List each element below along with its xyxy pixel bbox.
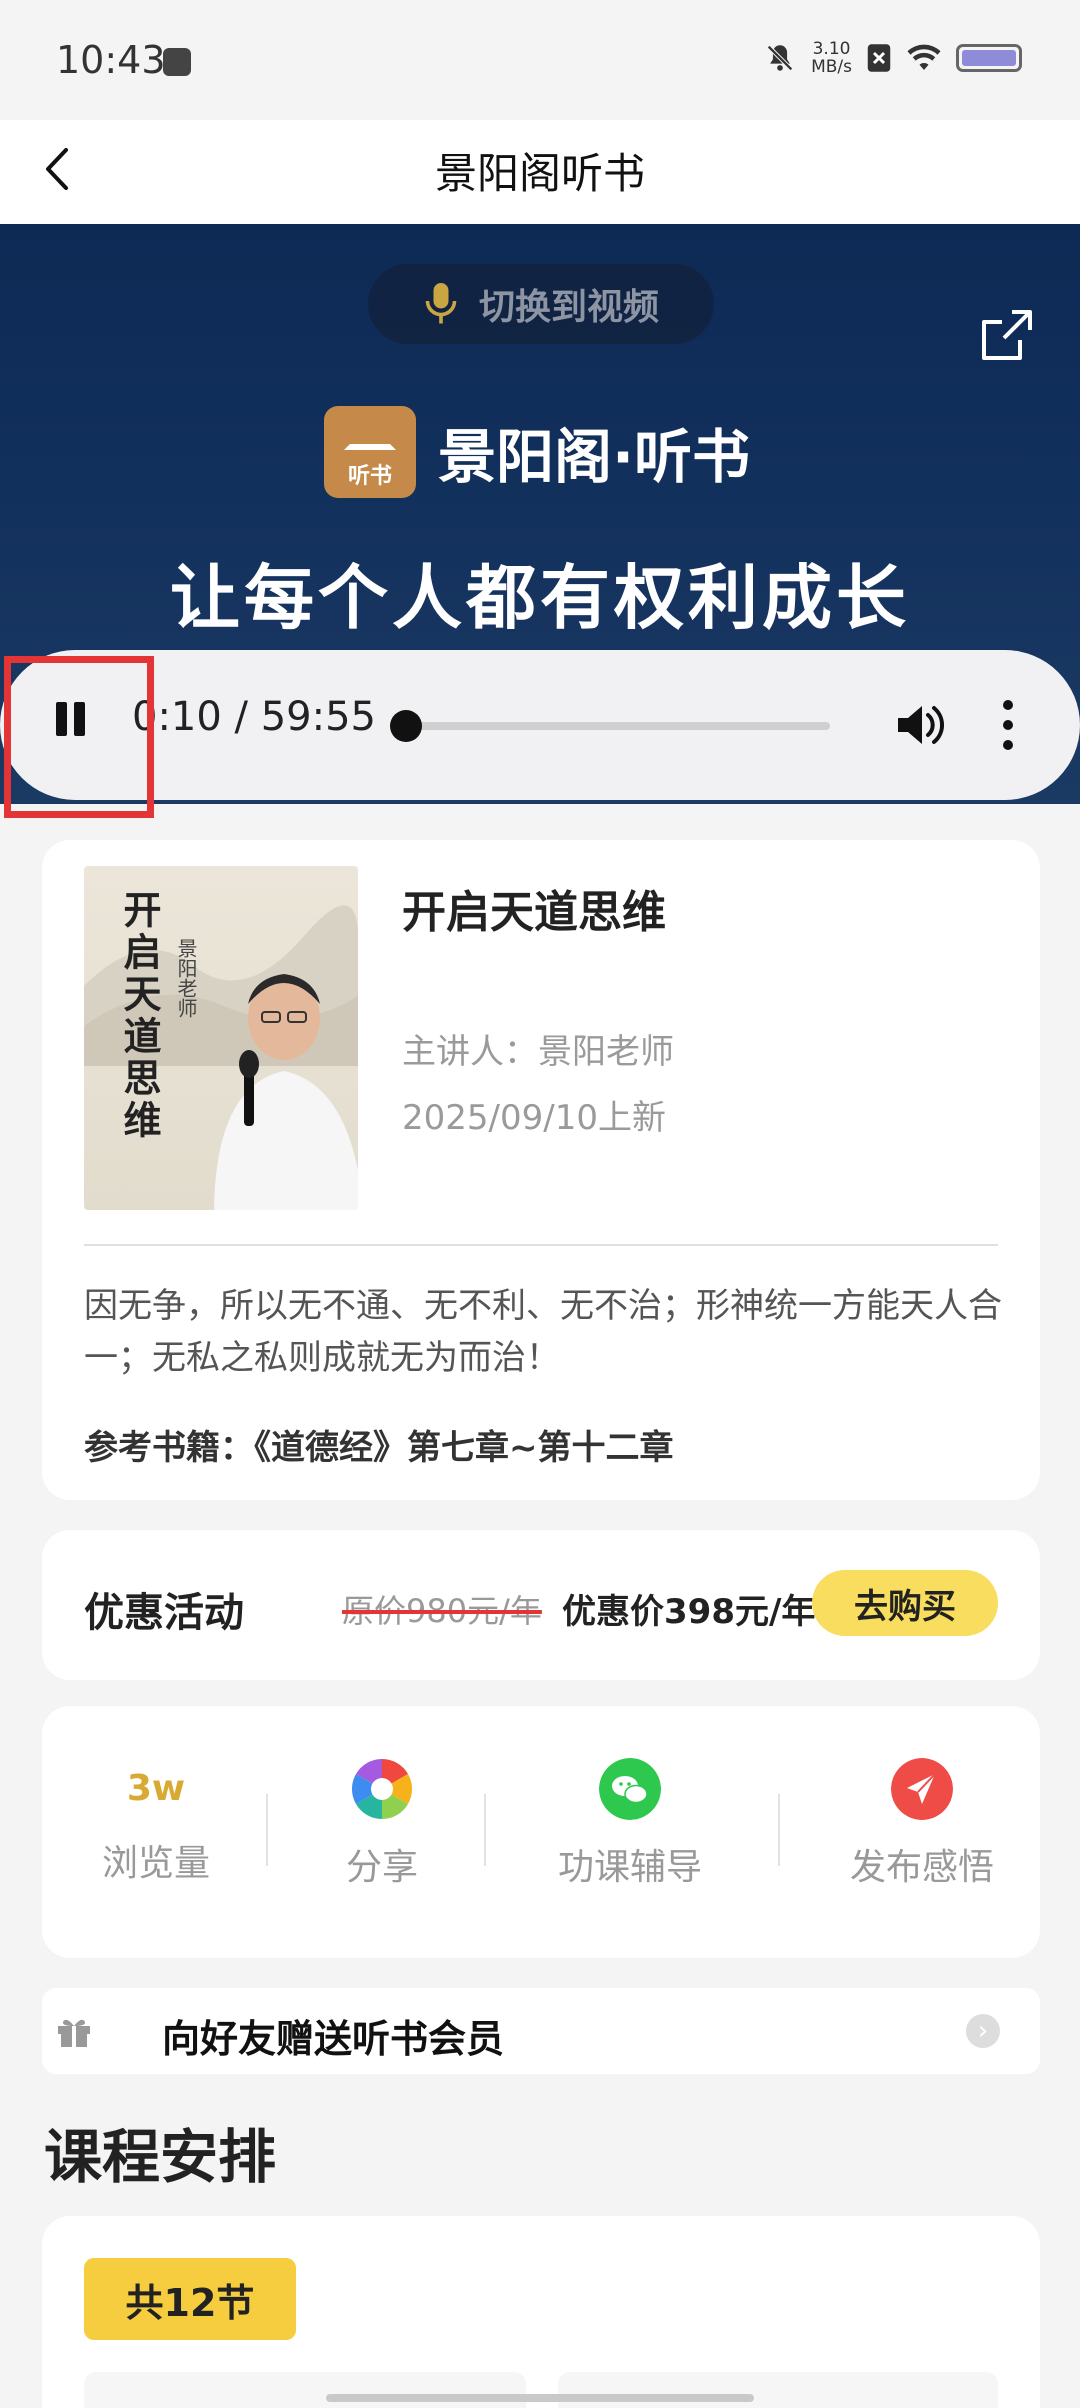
progress-track[interactable] xyxy=(400,722,830,730)
reference-books: 参考书籍：《道德经》第七章~第十二章 xyxy=(84,1428,674,1468)
chevron-right-icon: › xyxy=(966,2014,1000,2048)
highlight-box xyxy=(4,656,154,818)
nav-bar: 景阳阁听书 xyxy=(0,120,1080,224)
brand-logo-group: 听书 景阳阁·听书 xyxy=(324,406,750,498)
volume-icon[interactable] xyxy=(894,700,946,750)
original-price: 原价980元/年 xyxy=(342,1592,542,1630)
microphone-icon xyxy=(425,283,457,324)
gift-text: 向好友赠送听书会员 xyxy=(162,2017,505,2061)
network-speed: 3.10 MB/s xyxy=(811,40,852,76)
status-bar: 10:43 3.10 MB/s xyxy=(0,0,1080,120)
wechat-icon xyxy=(599,1758,661,1820)
separator xyxy=(266,1794,268,1866)
logo-label: 听书 xyxy=(347,464,392,489)
share-action[interactable]: 分享 xyxy=(292,1758,472,1890)
book-cover[interactable]: 开启天道思维 景阳老师 xyxy=(84,866,358,1210)
book-info-card: 开启天道思维 景阳老师 开启天道思维 主讲人：景阳老师 2025/09/10上新… xyxy=(42,840,1040,1500)
switch-to-video-label: 切换到视频 xyxy=(478,287,659,328)
pavilion-logo-icon: 听书 xyxy=(324,406,416,498)
lesson-card[interactable] xyxy=(84,2372,526,2408)
views-label: 浏览量 xyxy=(101,1843,210,1884)
promotion-card: 优惠活动 原价980元/年 优惠价398元/年 去购买 xyxy=(42,1530,1040,1680)
no-sim-icon xyxy=(867,44,891,72)
more-options-icon[interactable] xyxy=(1001,700,1015,750)
audio-player: 0:10 / 59:55 xyxy=(0,650,1080,800)
mute-bell-icon xyxy=(767,45,793,71)
playback-time: 0:10 / 59:55 xyxy=(132,694,377,740)
page-title: 景阳阁听书 xyxy=(434,149,645,198)
progress-knob[interactable] xyxy=(390,710,422,742)
home-indicator[interactable] xyxy=(326,2394,754,2402)
share-icon[interactable] xyxy=(976,304,1040,368)
message-notification-icon xyxy=(163,48,191,76)
status-icons: 3.10 MB/s xyxy=(763,40,1022,76)
speed-value: 3.10 xyxy=(812,39,851,59)
switch-to-video-button[interactable]: 切换到视频 xyxy=(368,264,714,344)
battery-icon xyxy=(956,44,1022,72)
gift-icon xyxy=(58,2019,90,2047)
speed-unit: MB/s xyxy=(811,57,852,77)
shutter-share-icon xyxy=(351,1759,413,1819)
actions-card: 3w 浏览量 分享 功课辅导 发布感悟 xyxy=(42,1706,1040,1958)
separator xyxy=(778,1794,780,1866)
schedule-title: 课程安排 xyxy=(44,2123,277,2191)
views-stat: 3w 浏览量 xyxy=(66,1758,246,1886)
lesson-count-badge: 共12节 xyxy=(84,2258,296,2340)
post-action[interactable]: 发布感悟 xyxy=(822,1758,1022,1890)
speaker-photo xyxy=(214,974,358,1210)
lesson-card[interactable] xyxy=(558,2372,998,2408)
status-time: 10:43 xyxy=(56,38,166,82)
paper-plane-icon xyxy=(891,1758,953,1820)
book-description: 因无争，所以无不通、无不利、无不治；形神统一方能天人合一；无私之私则成就无为而治… xyxy=(84,1286,1002,1378)
book-title: 开启天道思维 xyxy=(402,887,666,938)
tutor-label: 功课辅导 xyxy=(557,1847,702,1888)
separator xyxy=(484,1794,486,1866)
release-date: 2025/09/10上新 xyxy=(402,1098,666,1138)
cover-title: 开启天道思维 xyxy=(117,890,162,1142)
brand-name: 景阳阁·听书 xyxy=(438,423,751,491)
post-label: 发布感悟 xyxy=(849,1847,994,1888)
tutor-action[interactable]: 功课辅导 xyxy=(530,1758,730,1890)
gift-membership-banner[interactable]: 向好友赠送听书会员 › xyxy=(42,1988,1040,2074)
promotion-label: 优惠活动 xyxy=(84,1590,244,1636)
discount-price: 优惠价398元/年 xyxy=(562,1592,816,1632)
buy-button[interactable]: 去购买 xyxy=(812,1570,998,1636)
share-label: 分享 xyxy=(345,1847,418,1888)
schedule-card: 共12节 xyxy=(42,2216,1040,2408)
views-count: 3w xyxy=(126,1768,186,1809)
wifi-icon xyxy=(907,44,941,70)
banner-slogan: 让每个人都有权利成长 xyxy=(170,556,910,639)
speaker-name: 主讲人：景阳老师 xyxy=(402,1032,674,1072)
divider xyxy=(84,1244,998,1246)
